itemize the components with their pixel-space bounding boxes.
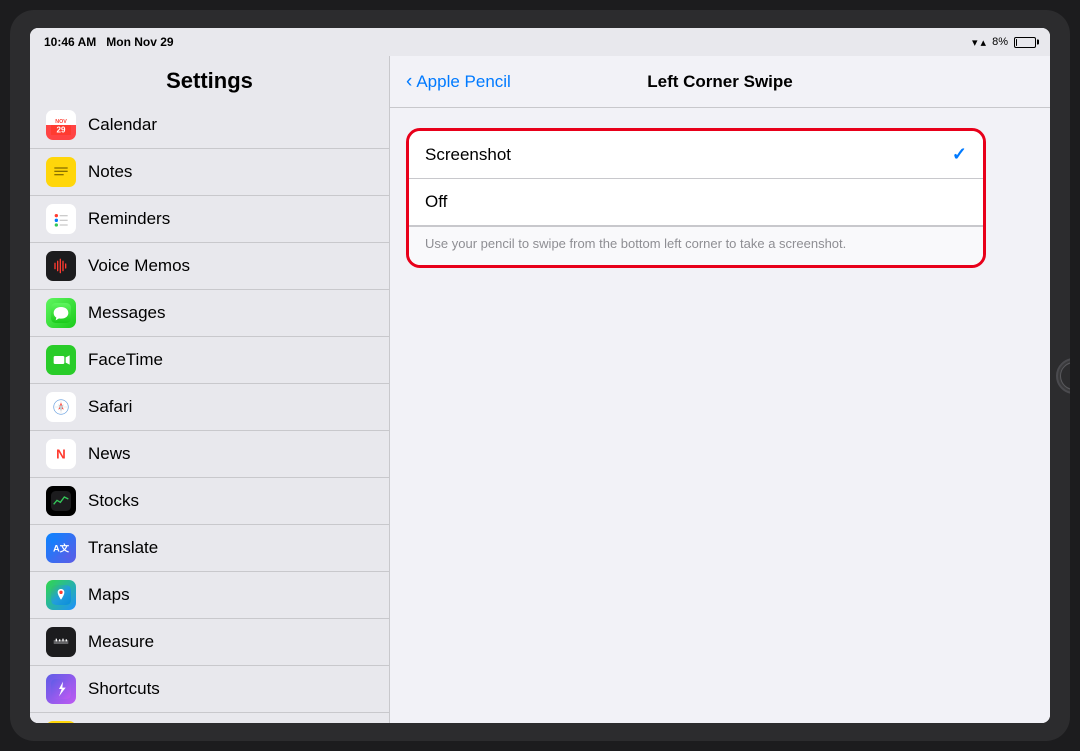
sidebar-item-calendar[interactable]: NOV 29 Calendar xyxy=(30,102,389,149)
detail-header: ‹ Apple Pencil Left Corner Swipe xyxy=(390,56,1050,108)
sidebar: Settings NOV 29 Calendar xyxy=(30,56,390,723)
sidebar-item-stocks[interactable]: Stocks xyxy=(30,478,389,525)
main-content: Settings NOV 29 Calendar xyxy=(30,56,1050,723)
sidebar-item-home[interactable]: Home xyxy=(30,713,389,723)
notes-icon xyxy=(46,157,76,187)
measure-icon xyxy=(46,627,76,657)
svg-text:A文: A文 xyxy=(53,542,70,553)
voicememos-label: Voice Memos xyxy=(88,256,190,276)
battery-icon xyxy=(1014,37,1036,48)
back-button[interactable]: ‹ Apple Pencil xyxy=(406,71,511,93)
time-display: 10:46 AM xyxy=(44,35,96,49)
option-label-off: Off xyxy=(425,192,447,212)
detail-content: Screenshot ✓ Off Use your pencil to swip… xyxy=(390,108,1050,723)
battery-fill xyxy=(1016,39,1017,46)
option-row-screenshot[interactable]: Screenshot ✓ xyxy=(409,131,983,179)
detail-title: Left Corner Swipe xyxy=(647,72,792,92)
news-label: News xyxy=(88,444,131,464)
news-icon: N xyxy=(46,439,76,469)
detail-view: ‹ Apple Pencil Left Corner Swipe Screens… xyxy=(390,56,1050,723)
svg-text:NOV: NOV xyxy=(55,119,67,125)
sidebar-item-translate[interactable]: A文 Translate xyxy=(30,525,389,572)
stocks-icon xyxy=(46,486,76,516)
home-icon xyxy=(46,721,76,723)
option-hint: Use your pencil to swipe from the bottom… xyxy=(409,226,983,265)
battery-percent: 8% xyxy=(992,36,1008,48)
home-button-inner xyxy=(1060,362,1070,390)
reminders-label: Reminders xyxy=(88,209,170,229)
sidebar-list: NOV 29 Calendar xyxy=(30,102,389,723)
options-container: Screenshot ✓ Off Use your pencil to swip… xyxy=(406,128,986,268)
stocks-label: Stocks xyxy=(88,491,139,511)
sidebar-item-notes[interactable]: Notes xyxy=(30,149,389,196)
home-button[interactable] xyxy=(1056,358,1070,394)
option-label-screenshot: Screenshot xyxy=(425,145,511,165)
sidebar-item-maps[interactable]: Maps xyxy=(30,572,389,619)
translate-icon: A文 xyxy=(46,533,76,563)
notes-label: Notes xyxy=(88,162,132,182)
back-label: Apple Pencil xyxy=(416,72,511,92)
svg-text:N: N xyxy=(56,447,66,462)
voicememos-icon xyxy=(46,251,76,281)
battery-box xyxy=(1014,37,1036,48)
measure-label: Measure xyxy=(88,632,154,652)
sidebar-item-news[interactable]: N News xyxy=(30,431,389,478)
facetime-label: FaceTime xyxy=(88,350,163,370)
wifi-icon: ▾ ▴ xyxy=(972,36,986,49)
sidebar-header: Settings xyxy=(30,56,389,102)
sidebar-item-shortcuts[interactable]: Shortcuts xyxy=(30,666,389,713)
status-right: ▾ ▴ 8% xyxy=(972,36,1036,49)
date-display: Mon Nov 29 xyxy=(106,35,173,49)
status-bar: 10:46 AM Mon Nov 29 ▾ ▴ 8% xyxy=(30,28,1050,56)
messages-label: Messages xyxy=(88,303,165,323)
safari-label: Safari xyxy=(88,397,132,417)
calendar-label: Calendar xyxy=(88,115,157,135)
maps-icon xyxy=(46,580,76,610)
sidebar-item-messages[interactable]: Messages xyxy=(30,290,389,337)
sidebar-item-safari[interactable]: Safari xyxy=(30,384,389,431)
status-time: 10:46 AM Mon Nov 29 xyxy=(44,35,174,49)
back-chevron-icon: ‹ xyxy=(406,71,412,93)
calendar-icon: NOV 29 xyxy=(46,110,76,140)
sidebar-item-reminders[interactable]: Reminders xyxy=(30,196,389,243)
reminders-icon xyxy=(46,204,76,234)
shortcuts-label: Shortcuts xyxy=(88,679,160,699)
ipad-screen: 10:46 AM Mon Nov 29 ▾ ▴ 8% Settings xyxy=(30,28,1050,723)
option-hint-text: Use your pencil to swipe from the bottom… xyxy=(425,236,846,251)
shortcuts-icon xyxy=(46,674,76,704)
option-row-off[interactable]: Off xyxy=(409,179,983,226)
ipad-frame: 10:46 AM Mon Nov 29 ▾ ▴ 8% Settings xyxy=(10,10,1070,741)
sidebar-item-facetime[interactable]: FaceTime xyxy=(30,337,389,384)
maps-label: Maps xyxy=(88,585,130,605)
checkmark-icon: ✓ xyxy=(952,144,967,165)
svg-text:29: 29 xyxy=(57,125,66,134)
messages-icon xyxy=(46,298,76,328)
sidebar-item-voicememos[interactable]: Voice Memos xyxy=(30,243,389,290)
sidebar-title: Settings xyxy=(46,68,373,94)
facetime-icon xyxy=(46,345,76,375)
translate-label: Translate xyxy=(88,538,158,558)
sidebar-item-measure[interactable]: Measure xyxy=(30,619,389,666)
safari-icon xyxy=(46,392,76,422)
